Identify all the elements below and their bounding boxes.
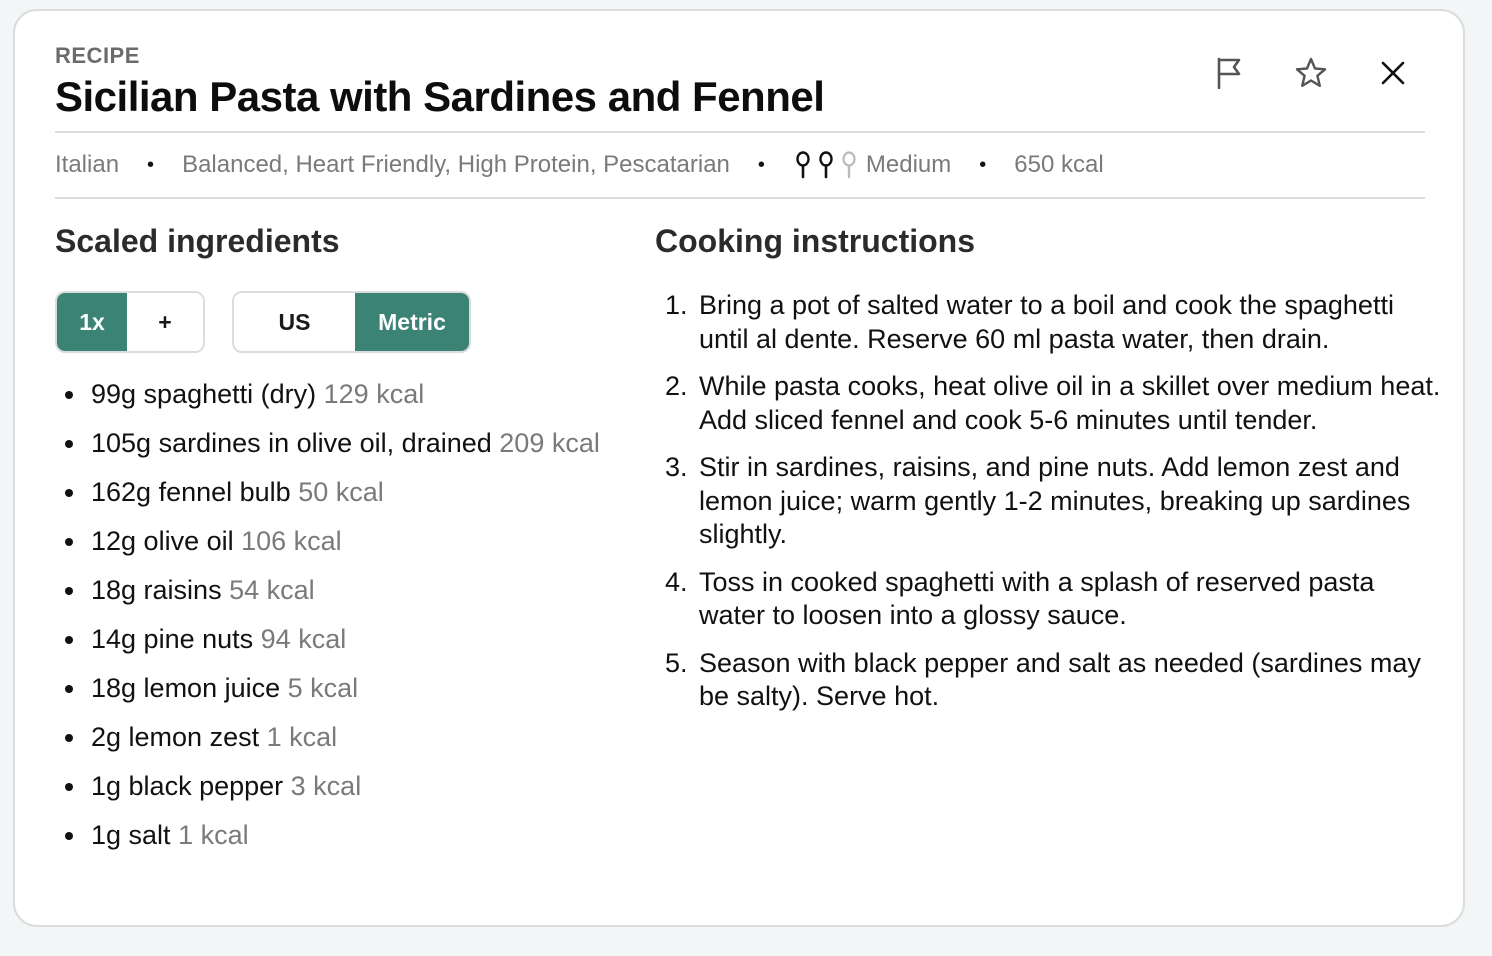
close-button[interactable] (1375, 55, 1411, 91)
flag-icon (1217, 57, 1241, 89)
scale-toggle: 1x + (55, 291, 205, 353)
ingredient-kcal: 54 kcal (229, 575, 315, 605)
difficulty-indicator: Medium (793, 151, 951, 179)
header-divider (55, 131, 1425, 133)
star-icon (1295, 57, 1327, 87)
ingredient-kcal: 129 kcal (323, 379, 425, 409)
ingredient-kcal: 94 kcal (260, 624, 347, 654)
ingredient-item: 1g black pepper 3 kcal (55, 769, 615, 803)
ingredient-kcal: 1 kcal (266, 722, 338, 752)
step-number: 3. (665, 452, 688, 482)
instruction-step: 3. Stir in sardines, raisins, and pine nu… (655, 451, 1445, 552)
ingredient-text: 99g spaghetti (dry) (91, 379, 317, 409)
calories-label: 650 kcal (1014, 151, 1104, 178)
ingredient-text: 105g sardines in olive oil, drained (91, 428, 492, 458)
ingredient-item: 12g olive oil 106 kcal (55, 524, 615, 558)
ingredient-text: 18g raisins (91, 575, 222, 605)
spoon-icon-filled (819, 151, 833, 179)
step-number: 4. (665, 566, 688, 597)
ingredient-item: 1g salt 1 kcal (55, 818, 615, 852)
instruction-step: 4. Toss in cooked spaghetti with a splash… (655, 566, 1445, 633)
ingredient-text: 1g salt (91, 820, 171, 850)
instructions-heading: Cooking instructions (655, 223, 975, 259)
diet-tags: Balanced, Heart Friendly, High Protein, … (182, 151, 730, 178)
unit-toggle: US Metric (232, 291, 471, 353)
step-text: Bring a pot of salted water to a boil an… (699, 290, 1394, 354)
ingredient-item: 2g lemon zest 1 kcal (55, 720, 615, 754)
ingredient-text: 162g fennel bulb (91, 477, 291, 507)
step-number: 2. (665, 371, 688, 401)
cuisine-label: Italian (55, 151, 120, 178)
recipe-kicker: RECIPE (55, 43, 140, 68)
ingredient-kcal: 209 kcal (499, 428, 600, 458)
ingredient-text: 12g olive oil (91, 526, 234, 556)
unit-metric-button[interactable]: Metric (355, 293, 469, 351)
ingredient-item: 162g fennel bulb 50 kcal (55, 475, 615, 509)
ingredient-text: 1g black pepper (91, 771, 284, 801)
spoon-icon-filled (796, 151, 810, 179)
ingredient-kcal: 3 kcal (290, 771, 362, 801)
step-number: 1. (665, 290, 688, 320)
ingredient-list: 99g spaghetti (dry) 129 kcal 105g sardin… (55, 377, 615, 867)
recipe-card: RECIPE Sicilian Pasta with Sardines and … (13, 9, 1465, 927)
ingredient-item: 18g lemon juice 5 kcal (55, 671, 615, 705)
ingredient-kcal: 1 kcal (178, 820, 249, 850)
header-actions (1211, 55, 1411, 91)
ingredient-kcal: 5 kcal (287, 673, 359, 703)
instruction-step: 5. Season with black pepper and salt as n… (655, 647, 1445, 714)
ingredients-heading: Scaled ingredients (55, 223, 340, 259)
step-text: While pasta cooks, heat olive oil in a s… (699, 371, 1441, 435)
meta-separator: • (147, 153, 155, 176)
ingredient-text: 2g lemon zest (91, 722, 260, 752)
step-text: Season with black pepper and salt as nee… (699, 647, 1421, 712)
instruction-list: 1. Bring a pot of salted water to a boil … (655, 289, 1445, 728)
ingredient-kcal: 50 kcal (298, 477, 384, 507)
ingredient-kcal: 106 kcal (241, 526, 342, 556)
ingredient-item: 105g sardines in olive oil, drained 209 … (55, 426, 615, 460)
scale-1x-button[interactable]: 1x (57, 293, 127, 351)
flag-button[interactable] (1211, 55, 1247, 91)
ingredient-item: 18g raisins 54 kcal (55, 573, 615, 607)
close-icon (1381, 61, 1405, 85)
spoon-icon-empty (842, 151, 856, 179)
instruction-step: 2. While pasta cooks, heat olive oil in a… (655, 370, 1445, 437)
meta-separator: • (979, 153, 987, 176)
ingredient-item: 99g spaghetti (dry) 129 kcal (55, 377, 615, 411)
step-text: Stir in sardines, raisins, and pine nuts… (699, 452, 1411, 549)
favorite-button[interactable] (1293, 55, 1329, 91)
difficulty-label: Medium (865, 151, 952, 178)
scale-increase-button[interactable]: + (127, 293, 203, 351)
ingredient-text: 18g lemon juice (91, 673, 281, 703)
unit-us-button[interactable]: US (234, 293, 355, 351)
step-number: 5. (665, 647, 688, 678)
ingredient-item: 14g pine nuts 94 kcal (55, 622, 615, 656)
recipe-meta: Italian • Balanced, Heart Friendly, High… (55, 149, 1104, 181)
recipe-title: Sicilian Pasta with Sardines and Fennel (55, 73, 825, 120)
step-text: Toss in cooked spaghetti with a splash o… (699, 566, 1375, 631)
meta-separator: • (757, 153, 765, 176)
instruction-step: 1. Bring a pot of salted water to a boil … (655, 289, 1445, 356)
ingredient-text: 14g pine nuts (91, 624, 254, 654)
meta-divider (55, 197, 1425, 199)
